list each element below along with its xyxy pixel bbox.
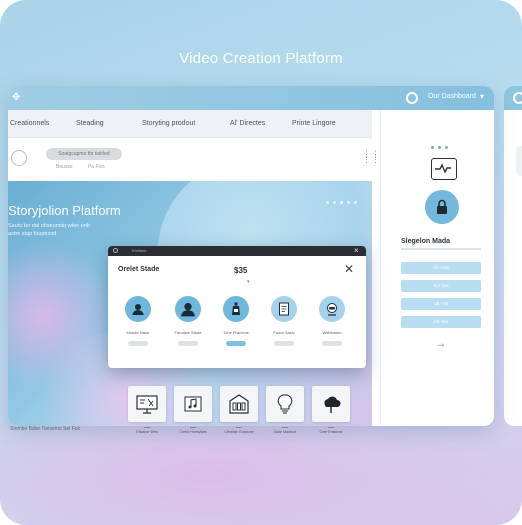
cloud-icon bbox=[312, 386, 350, 422]
app-logo-icon[interactable]: ✥ bbox=[12, 93, 22, 103]
voice-option-label: Fonor Sasic bbox=[273, 330, 295, 335]
side-panel-dots bbox=[431, 136, 452, 154]
account-menu-label[interactable]: Our Dashboard bbox=[428, 93, 476, 100]
hero-title: Storyjolion Platform bbox=[8, 203, 121, 218]
profile-sub-label: Pa Fics bbox=[88, 164, 105, 170]
profile-pill-button[interactable]: Soatgcapmo thr tielrled bbox=[46, 148, 122, 160]
voice-option[interactable]: Fonor Sasic bbox=[264, 296, 304, 346]
thumbnail-card[interactable]: Clerebie Goaoune bbox=[220, 386, 258, 442]
thumbnail-card[interactable]: Eticarve Wea bbox=[128, 386, 166, 442]
carousel-dots[interactable] bbox=[326, 191, 361, 209]
secondary-window-bar bbox=[504, 86, 522, 110]
person-icon bbox=[175, 296, 201, 322]
side-panel: Slegelon Mada Ub Vots Eol Vos Ub Vos Ub … bbox=[380, 110, 494, 426]
close-icon[interactable]: ✕ bbox=[344, 262, 354, 276]
modal-title: Orelet Stade bbox=[118, 266, 160, 273]
voice-option[interactable]: Fanotwe Stude bbox=[168, 296, 208, 346]
person-icon bbox=[125, 296, 151, 322]
secondary-window bbox=[504, 86, 522, 426]
monitor-icon bbox=[431, 158, 457, 180]
building-icon bbox=[220, 386, 258, 422]
divider bbox=[144, 427, 150, 428]
voice-option-label: Fanotwe Stude bbox=[174, 330, 202, 335]
account-icon[interactable] bbox=[406, 92, 418, 104]
nav-item-print[interactable]: Printe Lingore bbox=[292, 120, 336, 127]
thumbnail-label: Cere Entstone bbox=[319, 430, 343, 434]
nav-item-creations[interactable]: Creationnels bbox=[10, 120, 49, 127]
order-modal: Emllane × Orelet Stade $35 ✕ ▾ Motcbr Na… bbox=[108, 246, 366, 368]
robot-icon bbox=[319, 296, 345, 322]
divider bbox=[190, 427, 196, 428]
voice-option-label: Tone Practone bbox=[223, 330, 249, 335]
modal-bar-label: Emllane bbox=[132, 248, 147, 253]
template-thumbnails: Eticarve Wea Crefor Hnesviiles Clerebie … bbox=[128, 386, 354, 442]
top-nav: Creationnels Steading Storyting prodout … bbox=[8, 110, 372, 138]
thumbnail-label: Eticarve Wea bbox=[136, 430, 158, 434]
close-icon[interactable]: × bbox=[354, 246, 359, 256]
voice-option-label: Motcbr Nane bbox=[126, 330, 150, 335]
select-pill[interactable] bbox=[226, 341, 246, 346]
account-icon[interactable] bbox=[513, 92, 522, 104]
window-title-bar: ✥ Our Dashboard ▾ bbox=[8, 86, 494, 110]
page-title: Video Creation Platform bbox=[179, 50, 343, 67]
secondary-window-card bbox=[516, 146, 522, 176]
bottle-icon bbox=[223, 296, 249, 322]
profile-sub-label: Bousse bbox=[56, 164, 73, 170]
side-panel-button[interactable]: Ub Vots bbox=[401, 262, 481, 274]
select-pill[interactable] bbox=[128, 341, 148, 346]
hero-subtitle: astre stap foupezod bbox=[8, 231, 57, 237]
side-panel-button[interactable]: Ub Vos bbox=[401, 298, 481, 310]
presentation-icon bbox=[128, 386, 166, 422]
voice-option[interactable]: Tone Practone bbox=[216, 296, 256, 346]
select-pill[interactable] bbox=[274, 341, 294, 346]
voice-option[interactable]: Motcbr Nane bbox=[118, 296, 158, 346]
nav-item-ai-directors[interactable]: Al' Directes bbox=[230, 120, 265, 127]
drag-handle-icon[interactable]: ⋮⋮ ⋮⋮ bbox=[362, 150, 380, 164]
chevron-down-icon[interactable]: ▾ bbox=[247, 279, 250, 285]
divider bbox=[328, 427, 334, 428]
thumbnail-label: Crefor Hnesviiles bbox=[179, 430, 207, 434]
side-panel-heading: Slegelon Mada bbox=[401, 238, 451, 245]
hero-footer-text: Stombe Bdse Toesemo Sel Fok bbox=[10, 426, 80, 432]
thumbnail-card[interactable]: Ostle Mawcue bbox=[266, 386, 304, 442]
thumbnail-card[interactable]: Crefor Hnesviiles bbox=[174, 386, 212, 442]
divider bbox=[401, 248, 481, 250]
nav-item-steading[interactable]: Steading bbox=[76, 120, 104, 127]
profile-row: Soatgcapmo thr tielrled Bousse Pa Fics ⋮… bbox=[8, 138, 380, 178]
divider bbox=[282, 427, 288, 428]
side-panel-button[interactable]: Eol Vos bbox=[401, 280, 481, 292]
chevron-down-icon[interactable]: ▾ bbox=[480, 92, 484, 101]
side-panel-button[interactable]: Ub Vos bbox=[401, 316, 481, 328]
modal-title-bar: Emllane × bbox=[108, 246, 366, 256]
document-icon bbox=[271, 296, 297, 322]
modal-app-icon bbox=[113, 248, 118, 253]
voice-option-label: Withtomeo bbox=[322, 330, 342, 335]
nav-item-storytelling[interactable]: Storyting prodout bbox=[142, 120, 195, 127]
thumbnail-label: Ostle Mawcue bbox=[273, 430, 297, 434]
hero-subtitle: Sautu ter dal obseunsto wtee enb bbox=[8, 223, 90, 229]
avatar[interactable] bbox=[11, 150, 27, 166]
music-icon bbox=[174, 386, 212, 422]
modal-price: $35 bbox=[234, 266, 248, 275]
lightbulb-icon bbox=[266, 386, 304, 422]
divider bbox=[236, 427, 242, 428]
thumbnail-card[interactable]: Cere Entstone bbox=[312, 386, 350, 442]
select-pill[interactable] bbox=[178, 341, 198, 346]
thumbnail-label: Clerebie Goaoune bbox=[224, 430, 254, 434]
lock-icon[interactable] bbox=[425, 190, 459, 224]
select-pill[interactable] bbox=[322, 341, 342, 346]
arrow-right-icon[interactable]: ⇾ bbox=[437, 340, 445, 351]
voice-option[interactable]: Withtomeo bbox=[312, 296, 352, 346]
